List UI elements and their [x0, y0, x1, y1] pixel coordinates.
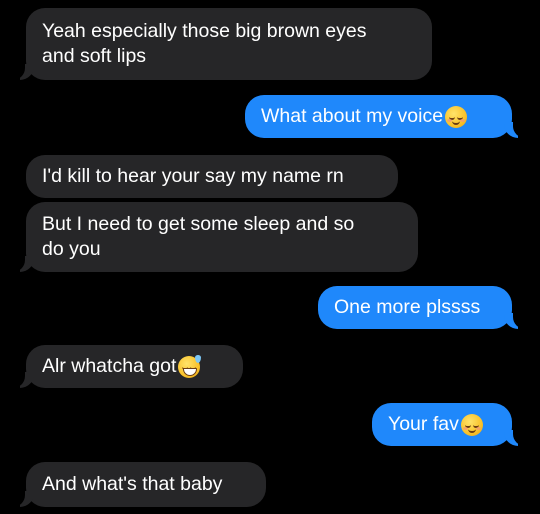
message-text-line: But I need to get some sleep and so: [42, 213, 355, 235]
grinning-sweat-face-emoji-icon: [178, 354, 202, 378]
bubble-tail: [504, 120, 527, 138]
bubble-tail: [11, 489, 34, 507]
message-text: And what's that baby: [42, 473, 223, 495]
message-text: Your fav: [388, 413, 459, 435]
received-message-bubble[interactable]: I'd kill to hear your say my name rn: [26, 155, 398, 198]
received-message-bubble[interactable]: Yeah especially those big brown eyes and…: [26, 8, 432, 80]
sent-message-bubble[interactable]: One more plssss: [318, 286, 512, 329]
message-text-line: and soft lips: [42, 45, 147, 67]
bubble-tail: [504, 428, 527, 446]
sent-message-bubble[interactable]: Your fav: [372, 403, 512, 446]
message-text: One more plssss: [334, 296, 481, 318]
message-thread[interactable]: Yeah especially those big brown eyes and…: [0, 0, 540, 514]
message-text: I'd kill to hear your say my name rn: [42, 165, 344, 187]
message-text-line: do you: [42, 238, 101, 260]
message-text: Alr whatcha got: [42, 355, 177, 377]
message-text-line: Yeah especially those big brown eyes: [42, 20, 367, 42]
message-text: What about my voice: [261, 105, 444, 127]
bubble-tail: [11, 370, 34, 388]
bubble-tail: [11, 62, 34, 80]
bubble-tail: [11, 254, 34, 272]
sent-message-bubble[interactable]: What about my voice: [245, 95, 512, 138]
received-message-bubble[interactable]: Alr whatcha got: [26, 345, 243, 388]
bubble-tail: [504, 311, 527, 329]
smiling-blush-face-emoji-icon: [460, 413, 483, 436]
relieved-face-emoji-icon: [445, 105, 468, 128]
received-message-bubble[interactable]: But I need to get some sleep and so do y…: [26, 202, 418, 272]
received-message-bubble[interactable]: And what's that baby: [26, 462, 266, 507]
